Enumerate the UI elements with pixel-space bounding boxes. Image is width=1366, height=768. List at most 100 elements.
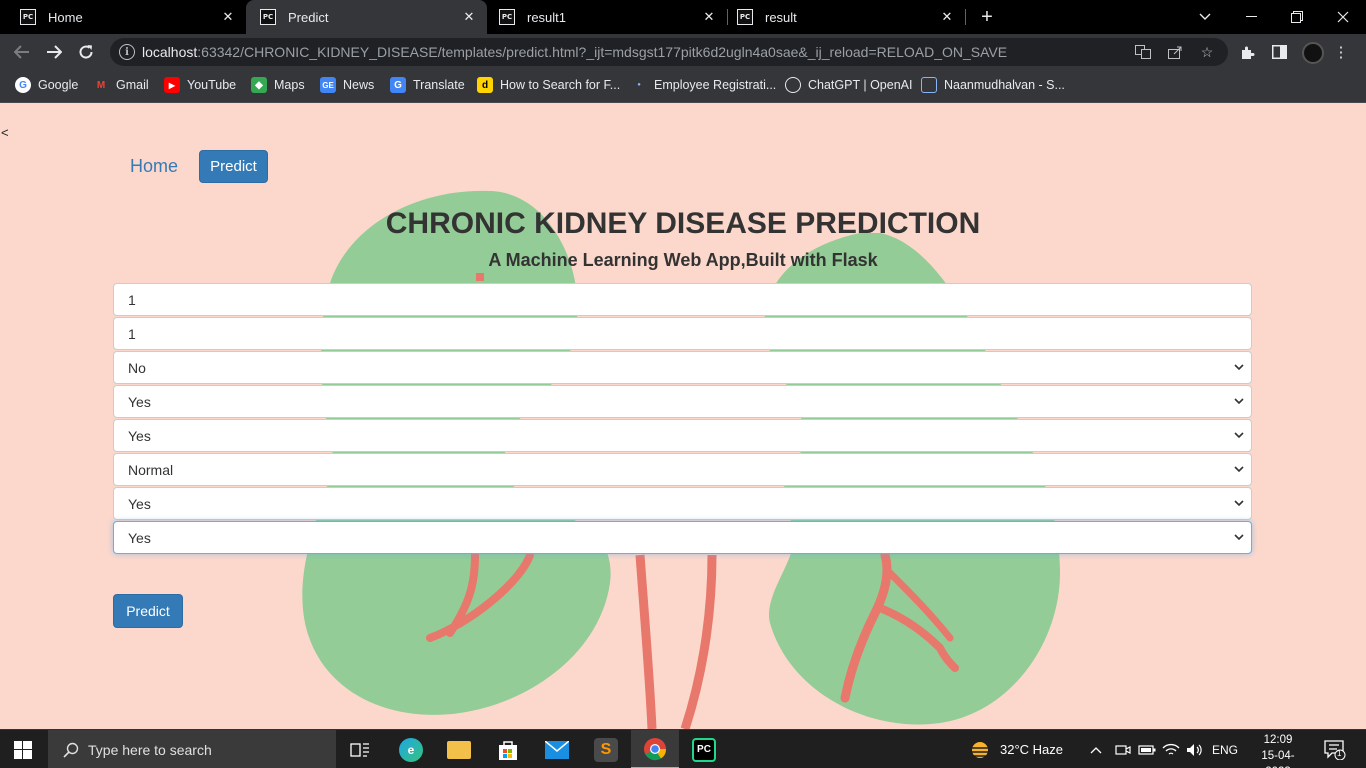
close-tab-icon[interactable]: ✕ bbox=[939, 9, 955, 25]
translate-page-icon[interactable] bbox=[1134, 43, 1152, 61]
notification-center-icon[interactable]: 1 bbox=[1324, 730, 1346, 768]
edge-browser-icon[interactable]: e bbox=[387, 730, 435, 768]
predict-submit-button[interactable]: Predict bbox=[113, 594, 183, 628]
input-field-1[interactable]: 1 bbox=[113, 283, 1252, 316]
browser-toolbar: i localhost:63342/CHRONIC_KIDNEY_DISEASE… bbox=[0, 34, 1366, 70]
bookmark-news[interactable]: GE News bbox=[320, 77, 374, 93]
bookmark-gmail[interactable]: M Gmail bbox=[93, 77, 149, 93]
close-tab-icon[interactable]: ✕ bbox=[220, 9, 236, 25]
chevron-down-icon bbox=[1234, 398, 1244, 405]
tab-predict[interactable]: PC Predict ✕ bbox=[246, 0, 487, 34]
sublime-text-icon[interactable]: S bbox=[582, 730, 630, 768]
bookmark-label: ChatGPT | OpenAI bbox=[808, 78, 913, 92]
tab-separator bbox=[965, 9, 966, 25]
pycharm-favicon-icon: PC bbox=[737, 9, 753, 25]
openai-icon bbox=[785, 77, 801, 93]
system-clock[interactable]: 12:09 15-04-2023 bbox=[1250, 732, 1306, 768]
input-field-2[interactable]: 1 bbox=[113, 317, 1252, 350]
weather-widget[interactable]: 32°C Haze bbox=[968, 730, 1063, 768]
bookmark-star-icon[interactable]: ☆ bbox=[1198, 43, 1216, 61]
show-hidden-icons-icon[interactable] bbox=[1090, 730, 1102, 768]
sublime-logo: S bbox=[594, 737, 618, 762]
file-explorer-icon[interactable] bbox=[435, 730, 483, 768]
tab-title: result1 bbox=[527, 9, 567, 25]
bookmark-chatgpt[interactable]: ChatGPT | OpenAI bbox=[785, 77, 912, 93]
address-bar[interactable]: i localhost:63342/CHRONIC_KIDNEY_DISEASE… bbox=[110, 38, 1228, 66]
pycharm-icon[interactable]: PC bbox=[680, 730, 728, 768]
wifi-icon[interactable] bbox=[1162, 730, 1180, 768]
windows-taskbar: Type here to search e S PC 32°C Haze ENG… bbox=[0, 729, 1366, 768]
tab-search-chevron-icon[interactable] bbox=[1182, 0, 1228, 34]
taskbar-search-box[interactable]: Type here to search bbox=[48, 730, 336, 768]
bookmark-label: Gmail bbox=[116, 78, 149, 92]
chevron-down-icon bbox=[1234, 500, 1244, 507]
select-field-5[interactable]: Yes bbox=[113, 419, 1252, 452]
select-value: Yes bbox=[128, 495, 151, 512]
folder-glyph bbox=[447, 740, 471, 759]
bookmark-youtube[interactable]: ▶ YouTube bbox=[164, 77, 236, 93]
minimize-icon[interactable] bbox=[1228, 0, 1274, 34]
bookmark-google[interactable]: G Google bbox=[15, 77, 78, 93]
d-icon: d bbox=[477, 77, 493, 93]
mail-icon[interactable] bbox=[533, 730, 581, 768]
chevron-down-icon bbox=[1234, 364, 1244, 371]
news-icon: GE bbox=[320, 77, 336, 93]
new-tab-icon[interactable]: + bbox=[976, 6, 998, 28]
close-window-icon[interactable] bbox=[1320, 0, 1366, 34]
chevron-down-icon bbox=[1234, 534, 1244, 541]
select-field-8[interactable]: Yes bbox=[113, 521, 1252, 554]
select-field-6[interactable]: Normal bbox=[113, 453, 1252, 486]
stray-text: < bbox=[1, 125, 9, 140]
nav-home-link[interactable]: Home bbox=[130, 156, 178, 177]
bookmark-naanmudhalvan[interactable]: Naanmudhalvan - S... bbox=[921, 77, 1065, 93]
field-value: 1 bbox=[128, 325, 136, 342]
tab-result1[interactable]: PC result1 ✕ bbox=[487, 0, 727, 34]
close-tab-icon[interactable]: ✕ bbox=[701, 9, 717, 25]
volume-icon[interactable] bbox=[1186, 730, 1204, 768]
share-icon[interactable] bbox=[1166, 43, 1184, 61]
bookmark-label: Translate bbox=[413, 78, 465, 92]
bookmark-translate[interactable]: G Translate bbox=[390, 77, 465, 93]
back-icon[interactable] bbox=[10, 40, 34, 64]
page-viewport: < Home Predict CHRONIC KIDNEY DISEASE PR… bbox=[0, 103, 1366, 729]
select-value: No bbox=[128, 359, 146, 376]
pycharm-favicon-icon: PC bbox=[20, 9, 36, 25]
tab-home[interactable]: PC Home ✕ bbox=[0, 0, 246, 34]
menu-kebab-icon[interactable]: ⋮ bbox=[1332, 43, 1350, 61]
tab-result[interactable]: PC result ✕ bbox=[727, 0, 965, 34]
translate-icon: G bbox=[390, 77, 406, 93]
chevron-down-icon bbox=[1234, 432, 1244, 439]
extensions-icon[interactable] bbox=[1238, 43, 1256, 61]
notification-count: 1 bbox=[1337, 749, 1342, 758]
close-tab-icon[interactable]: ✕ bbox=[461, 9, 477, 25]
bookmark-label: Naanmudhalvan - S... bbox=[944, 78, 1065, 92]
tab-strip: PC Home ✕ PC Predict ✕ PC result1 ✕ PC r… bbox=[0, 0, 1366, 34]
camera-icon[interactable] bbox=[1115, 730, 1131, 768]
microsoft-store-icon[interactable] bbox=[484, 730, 532, 768]
bookmark-how-to-search[interactable]: d How to Search for F... bbox=[477, 77, 620, 93]
weather-text: 32°C Haze bbox=[1000, 742, 1064, 757]
chrome-icon[interactable] bbox=[631, 730, 679, 768]
windows-start-icon[interactable] bbox=[14, 741, 32, 759]
select-field-3[interactable]: No bbox=[113, 351, 1252, 384]
forward-icon[interactable] bbox=[42, 40, 66, 64]
bookmark-employee[interactable]: ● Employee Registrati... bbox=[631, 77, 776, 93]
page-title: CHRONIC KIDNEY DISEASE PREDICTION bbox=[385, 207, 981, 240]
task-view-icon[interactable] bbox=[336, 730, 384, 768]
side-panel-icon[interactable] bbox=[1270, 43, 1288, 61]
select-field-4[interactable]: Yes bbox=[113, 385, 1252, 418]
bookmark-label: YouTube bbox=[187, 78, 237, 92]
nav-predict-button[interactable]: Predict bbox=[199, 150, 268, 183]
site-info-icon[interactable]: i bbox=[119, 44, 135, 60]
select-field-7[interactable]: Yes bbox=[113, 487, 1252, 520]
battery-icon[interactable] bbox=[1138, 730, 1156, 768]
restore-icon[interactable] bbox=[1274, 0, 1320, 34]
bookmark-maps[interactable]: ◆ Maps bbox=[251, 77, 305, 93]
profile-avatar[interactable] bbox=[1302, 42, 1324, 64]
clock-time: 12:09 bbox=[1263, 734, 1293, 746]
language-indicator[interactable]: ENG bbox=[1212, 730, 1238, 768]
reload-icon[interactable] bbox=[74, 40, 98, 64]
pycharm-logo: PC bbox=[692, 737, 716, 762]
maps-icon: ◆ bbox=[251, 77, 267, 93]
tab-title: Predict bbox=[288, 9, 329, 25]
